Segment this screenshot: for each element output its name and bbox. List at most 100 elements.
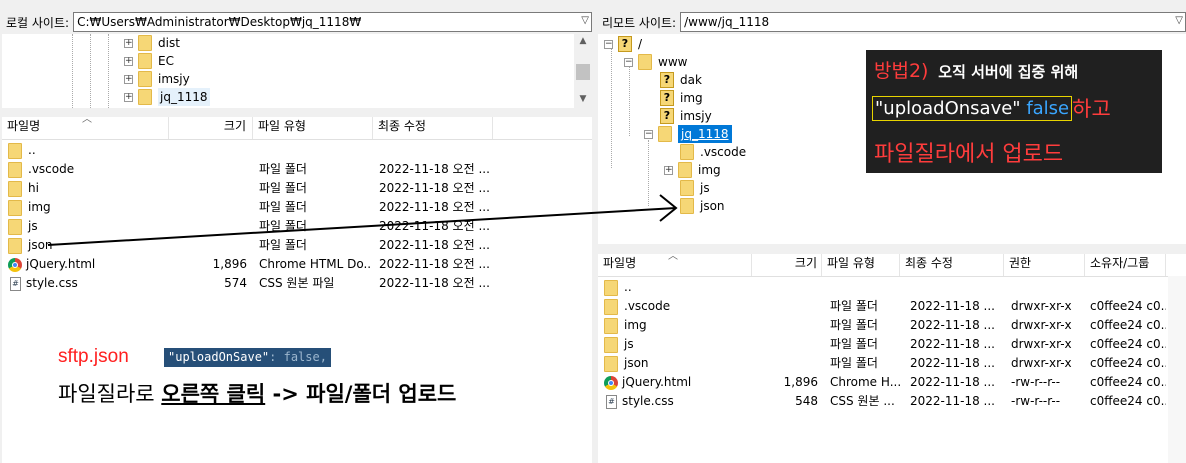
folder-icon xyxy=(658,126,672,142)
remote-list-scrollbar[interactable] xyxy=(1168,276,1186,463)
col-header-owner[interactable]: 소유자/그룹 xyxy=(1085,254,1166,276)
col-header-name[interactable]: 파일명 ︿ xyxy=(2,117,169,139)
annotation-method2-box: 방법2) 오직 서버에 집중 위해 "uploadOnsave" false 하… xyxy=(866,50,1162,173)
expand-icon[interactable]: + xyxy=(124,74,133,84)
file-type: CSS 원본 파일 xyxy=(259,276,335,290)
file-name: json xyxy=(28,238,53,252)
col-header-type[interactable]: 파일 유형 xyxy=(253,117,373,139)
expand-icon[interactable]: + xyxy=(124,56,133,66)
table-row[interactable]: jQuery.html 1,896 Chrome HTML Do... 2022-11… xyxy=(2,255,592,274)
col-header-size[interactable]: 크기 xyxy=(169,117,253,139)
expand-icon[interactable]: + xyxy=(124,92,133,102)
tree-label: .vscode xyxy=(700,145,747,159)
local-tree-item-jq1118[interactable]: + jq_1118 xyxy=(124,88,210,106)
file-name: .. xyxy=(624,280,632,294)
scroll-thumb[interactable] xyxy=(576,64,590,80)
file-name: hi xyxy=(28,181,39,195)
expand-icon[interactable]: + xyxy=(664,165,673,175)
table-row[interactable]: js 파일 폴더 2022-11-18 오전 ... xyxy=(2,217,592,236)
annotation-setting-highlight: "uploadOnsave" false xyxy=(872,95,1073,121)
tree-label: jq_1118 xyxy=(158,88,210,106)
table-row[interactable]: hi 파일 폴더 2022-11-18 오전 ... xyxy=(2,179,592,198)
file-name: js xyxy=(624,337,634,351)
remote-tree-item-jq1118[interactable]: − jq_1118 xyxy=(644,125,732,143)
sort-ascending-icon: ︿ xyxy=(668,254,678,262)
col-header-modified[interactable]: 최종 수정 xyxy=(900,254,1004,276)
folder-icon xyxy=(8,218,22,235)
folder-icon xyxy=(8,161,22,178)
table-row[interactable]: js 파일 폴더 2022-11-18 ... drwxr-xr-x c0ffee24 … xyxy=(598,335,1168,354)
table-row[interactable]: .. xyxy=(2,141,592,160)
collapse-icon[interactable]: − xyxy=(604,39,613,49)
remote-tree-item-img2[interactable]: + img xyxy=(664,161,721,179)
tree-label: dist xyxy=(158,36,180,50)
folder-icon xyxy=(604,336,618,353)
table-row[interactable]: jQuery.html 1,896 Chrome H... 2022-11-18 ..… xyxy=(598,373,1168,392)
folder-icon xyxy=(8,199,22,216)
file-type: 파일 폴더 xyxy=(259,162,307,176)
file-owner: c0ffee24 c0... xyxy=(1090,337,1166,351)
local-site-path-input[interactable]: C:₩Users₩Administrator₩Desktop₩jq_1118₩ … xyxy=(73,12,592,32)
scroll-down-icon[interactable]: ▼ xyxy=(574,94,592,104)
annotation-line2: 파일질라에서 업로드 xyxy=(874,142,1064,167)
tree-label: json xyxy=(700,199,725,213)
table-row[interactable]: # style.css 548 CSS 원본 ... 2022-11-18 ... -rw… xyxy=(598,392,1168,411)
remote-tree-item-json[interactable]: json xyxy=(680,197,725,215)
local-file-list: 파일명 ︿ 크기 파일 유형 최종 수정 .. .vscode 파일 폴더 2022-1… xyxy=(2,117,592,463)
file-name: .vscode xyxy=(28,162,75,176)
table-row[interactable]: img 파일 폴더 2022-11-18 오전 ... xyxy=(2,198,592,217)
remote-tree-item-img[interactable]: ? img xyxy=(660,89,703,107)
file-modified: 2022-11-18 ... xyxy=(910,318,995,332)
local-tree-item-dist[interactable]: + dist xyxy=(124,34,180,52)
col-header-permissions[interactable]: 권한 xyxy=(1004,254,1085,276)
table-row[interactable]: img 파일 폴더 2022-11-18 ... drwxr-xr-x c0ffee24… xyxy=(598,316,1168,335)
annotation-code-snippet: "uploadOnSave": false, xyxy=(164,348,331,367)
local-tree-item-ec[interactable]: + EC xyxy=(124,52,174,70)
table-row[interactable]: # style.css 574 CSS 원본 파일 2022-11-18 오전 ... xyxy=(2,274,592,293)
file-type: 파일 폴더 xyxy=(830,337,878,351)
remote-tree-item-js[interactable]: js xyxy=(680,179,710,197)
expand-icon[interactable]: + xyxy=(124,38,133,48)
css-file-icon: # xyxy=(10,276,21,291)
file-type: CSS 원본 ... xyxy=(830,394,895,408)
file-size: 548 xyxy=(795,394,818,408)
unknown-folder-icon: ? xyxy=(660,108,674,124)
table-row[interactable]: json 파일 폴더 2022-11-18 오전 ... xyxy=(2,236,592,255)
chevron-down-icon[interactable]: ▽ xyxy=(581,15,589,26)
chevron-down-icon[interactable]: ▽ xyxy=(1175,15,1183,26)
file-modified: 2022-11-18 ... xyxy=(910,299,995,313)
code-key: "uploadOnSave" xyxy=(168,350,270,364)
file-modified: 2022-11-18 ... xyxy=(910,375,995,389)
unknown-folder-icon: ? xyxy=(660,90,674,106)
remote-tree-item-root[interactable]: −? / xyxy=(604,35,642,53)
table-row[interactable]: .. xyxy=(598,278,1168,297)
table-row[interactable]: .vscode 파일 폴더 2022-11-18 오전 ... xyxy=(2,160,592,179)
remote-tree-item-imsjy[interactable]: ? imsjy xyxy=(660,107,712,125)
file-type: 파일 폴더 xyxy=(259,200,307,214)
scroll-up-icon[interactable]: ▲ xyxy=(574,36,592,46)
remote-site-path-text: /www/jq_1118 xyxy=(684,15,770,29)
file-modified: 2022-11-18 오전 ... xyxy=(379,181,490,195)
remote-site-path-input[interactable]: /www/jq_1118 ▽ xyxy=(680,12,1186,32)
table-row[interactable]: json 파일 폴더 2022-11-18 ... drwxr-xr-x c0ffee2… xyxy=(598,354,1168,373)
remote-tree-item-www[interactable]: − www xyxy=(624,53,687,71)
local-tree-item-imsjy[interactable]: + imsjy xyxy=(124,70,190,88)
table-row[interactable]: .vscode 파일 폴더 2022-11-18 ... drwxr-xr-x c0ff… xyxy=(598,297,1168,316)
collapse-icon[interactable]: − xyxy=(644,129,653,139)
file-type: Chrome HTML Do... xyxy=(259,257,371,271)
file-name: jQuery.html xyxy=(622,375,692,389)
col-header-modified[interactable]: 최종 수정 xyxy=(373,117,493,139)
sort-ascending-icon: ︿ xyxy=(82,117,92,125)
folder-icon xyxy=(604,317,618,334)
folder-icon xyxy=(638,54,652,70)
folder-icon xyxy=(8,237,22,254)
collapse-icon[interactable]: − xyxy=(624,57,633,67)
local-tree-scrollbar[interactable]: ▲ ▼ xyxy=(574,34,592,108)
folder-icon xyxy=(604,279,618,296)
col-header-type[interactable]: 파일 유형 xyxy=(822,254,900,276)
remote-tree-item-vscode[interactable]: .vscode xyxy=(680,143,746,161)
col-header-size[interactable]: 크기 xyxy=(752,254,822,276)
col-header-name[interactable]: 파일명 ︿ xyxy=(598,254,752,276)
remote-tree-item-dak[interactable]: ? dak xyxy=(660,71,702,89)
file-permissions: drwxr-xr-x xyxy=(1011,318,1072,332)
